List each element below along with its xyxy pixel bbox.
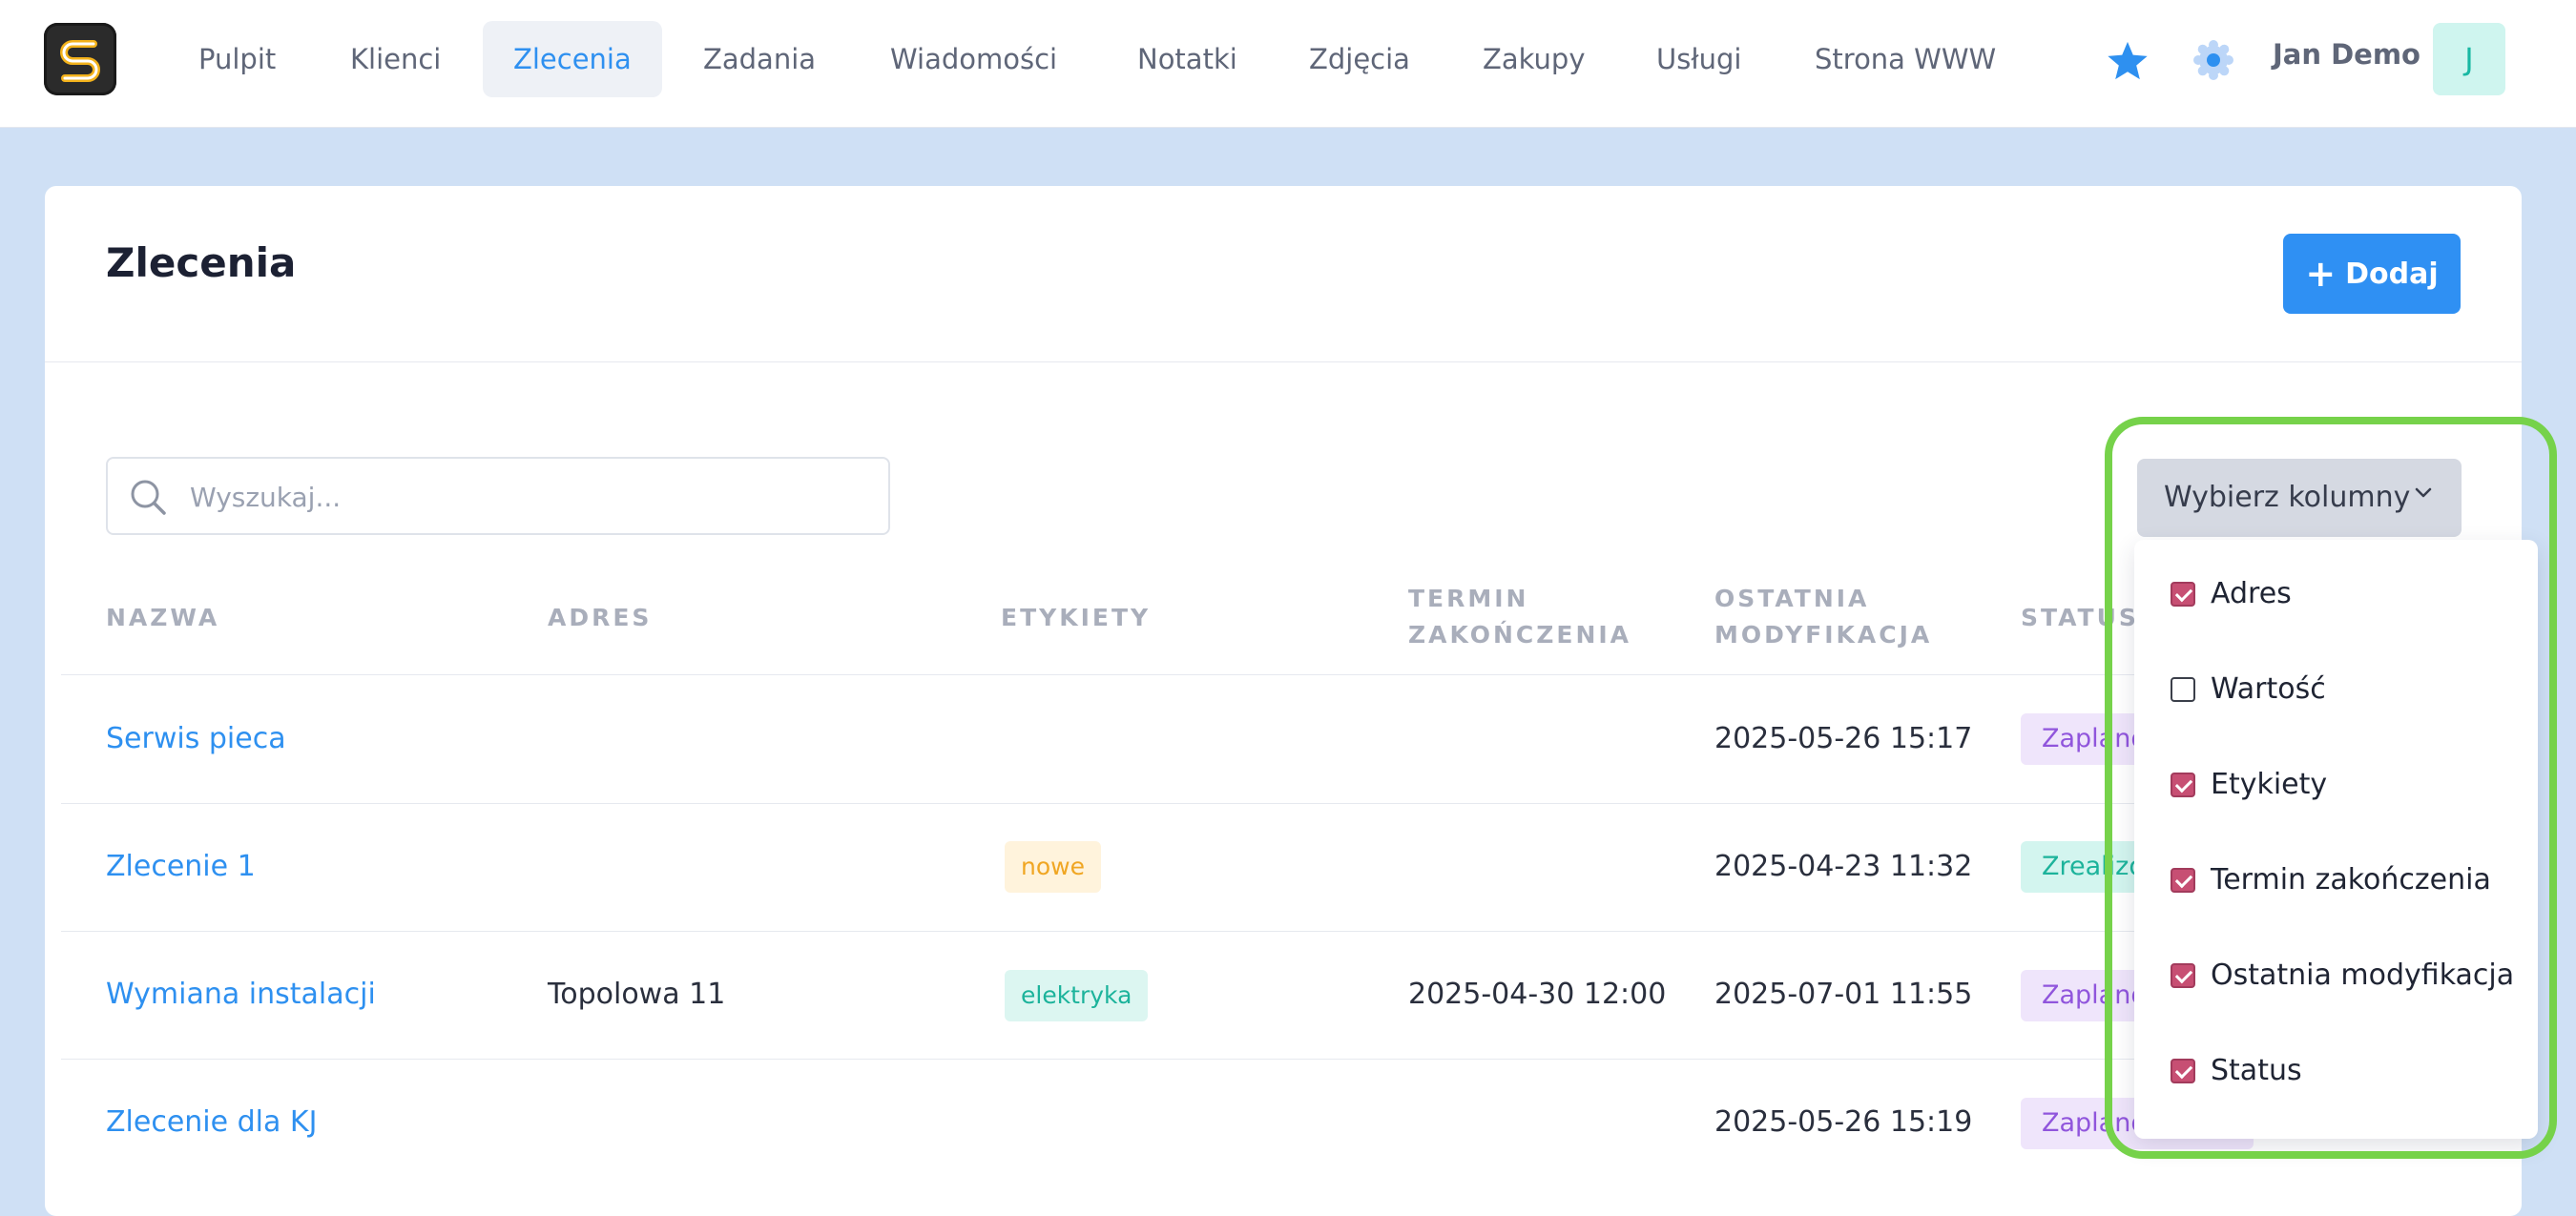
nav-item-wiadomosci[interactable]: Wiadomości <box>890 21 1057 97</box>
nav-item-notatki[interactable]: Notatki <box>1137 21 1237 97</box>
column-chooser-menu: Adres Wartość Etykiety Termin zakończeni… <box>2134 540 2538 1139</box>
column-header-modified[interactable]: OSTATNIA MODYFIKACJA <box>1714 581 1932 653</box>
search-input[interactable] <box>188 459 860 535</box>
nav-item-zadania[interactable]: Zadania <box>703 21 816 97</box>
column-option-checkbox[interactable] <box>2171 582 2195 607</box>
column-option-label: Ostatnia modyfikacja <box>2211 958 2515 992</box>
column-option-checkbox[interactable] <box>2171 677 2195 702</box>
column-option-termin[interactable]: Termin zakończenia <box>2134 842 2538 918</box>
column-option-wartosc[interactable]: Wartość <box>2134 651 2538 728</box>
avatar[interactable]: J <box>2433 23 2505 95</box>
column-option-label: Termin zakończenia <box>2211 863 2491 897</box>
table-row-name[interactable]: Wymiana instalacji <box>106 976 376 1014</box>
table-row-name[interactable]: Zlecenie dla KJ <box>106 1103 317 1142</box>
column-option-label: Etykiety <box>2211 768 2328 801</box>
column-header-deadline[interactable]: TERMIN ZAKOŃCZENIA <box>1408 581 1631 653</box>
chevron-down-icon <box>2414 485 2433 504</box>
nav-item-klienci[interactable]: Klienci <box>350 21 441 97</box>
add-button-label: Dodaj <box>2345 258 2439 291</box>
header-divider <box>45 361 2522 362</box>
table-row-modified: 2025-05-26 15:19 <box>1714 1105 1973 1139</box>
page-title: Zlecenia <box>106 239 297 286</box>
column-header-modified-line2: MODYFIKACJA <box>1714 621 1933 649</box>
column-option-etykiety[interactable]: Etykiety <box>2134 747 2538 823</box>
column-option-checkbox[interactable] <box>2171 773 2195 797</box>
column-header-modified-line1: OSTATNIA <box>1714 585 1870 612</box>
column-header-deadline-line2: ZAKOŃCZENIA <box>1408 621 1632 649</box>
nav-item-zlecenia[interactable]: Zlecenia <box>483 21 662 97</box>
column-header-address[interactable]: ADRES <box>548 600 652 636</box>
nav-item-pulpit[interactable]: Pulpit <box>198 21 276 97</box>
nav-item-zakupy[interactable]: Zakupy <box>1483 21 1586 97</box>
table-row-name[interactable]: Zlecenie 1 <box>106 848 256 886</box>
row-divider <box>61 931 2255 932</box>
column-option-checkbox[interactable] <box>2171 1059 2195 1083</box>
column-option-modyfikacja[interactable]: Ostatnia modyfikacja <box>2134 938 2538 1014</box>
row-divider <box>61 1059 2255 1060</box>
column-option-checkbox[interactable] <box>2171 868 2195 893</box>
table-row-modified: 2025-04-23 11:32 <box>1714 850 1973 883</box>
tag-badge: nowe <box>1005 841 1101 893</box>
user-name[interactable]: Jan Demo <box>2273 38 2420 71</box>
top-navigation-bar: Pulpit Klienci Zlecenia Zadania Wiadomoś… <box>0 0 2576 128</box>
nav-item-strona-www[interactable]: Strona WWW <box>1815 21 1996 97</box>
search-field[interactable] <box>106 457 890 535</box>
table-row-deadline: 2025-04-30 12:00 <box>1408 978 1667 1011</box>
table-row-modified: 2025-07-01 11:55 <box>1714 978 1973 1011</box>
column-chooser-button[interactable]: Wybierz kolumny <box>2137 459 2462 537</box>
column-option-label: Adres <box>2211 577 2292 610</box>
table-row-name[interactable]: Serwis pieca <box>106 720 286 758</box>
tag-badge: elektryka <box>1005 970 1149 1021</box>
column-option-label: Wartość <box>2211 672 2326 706</box>
table-header-divider <box>61 674 2255 675</box>
column-header-status[interactable]: STATUS <box>2021 600 2139 636</box>
star-icon[interactable] <box>2106 40 2150 86</box>
table-row-modified: 2025-05-26 15:17 <box>1714 722 1973 755</box>
row-divider <box>61 803 2255 804</box>
column-header-deadline-line1: TERMIN <box>1408 585 1529 612</box>
table-row-address: Topolowa 11 <box>548 978 726 1011</box>
column-option-adres[interactable]: Adres <box>2134 556 2538 632</box>
plus-icon: + <box>2305 253 2337 295</box>
column-option-status[interactable]: Status <box>2134 1033 2538 1109</box>
column-option-label: Status <box>2211 1054 2302 1087</box>
column-header-tags[interactable]: ETYKIETY <box>1001 600 1151 636</box>
app-logo[interactable] <box>44 23 116 95</box>
column-header-name[interactable]: NAZWA <box>106 600 219 636</box>
gear-icon[interactable] <box>2192 38 2235 86</box>
search-icon <box>129 478 167 520</box>
add-button[interactable]: + Dodaj <box>2283 234 2461 314</box>
nav-item-uslugi[interactable]: Usługi <box>1656 21 1741 97</box>
nav-item-zdjecia[interactable]: Zdjęcia <box>1309 21 1410 97</box>
column-option-checkbox[interactable] <box>2171 963 2195 988</box>
